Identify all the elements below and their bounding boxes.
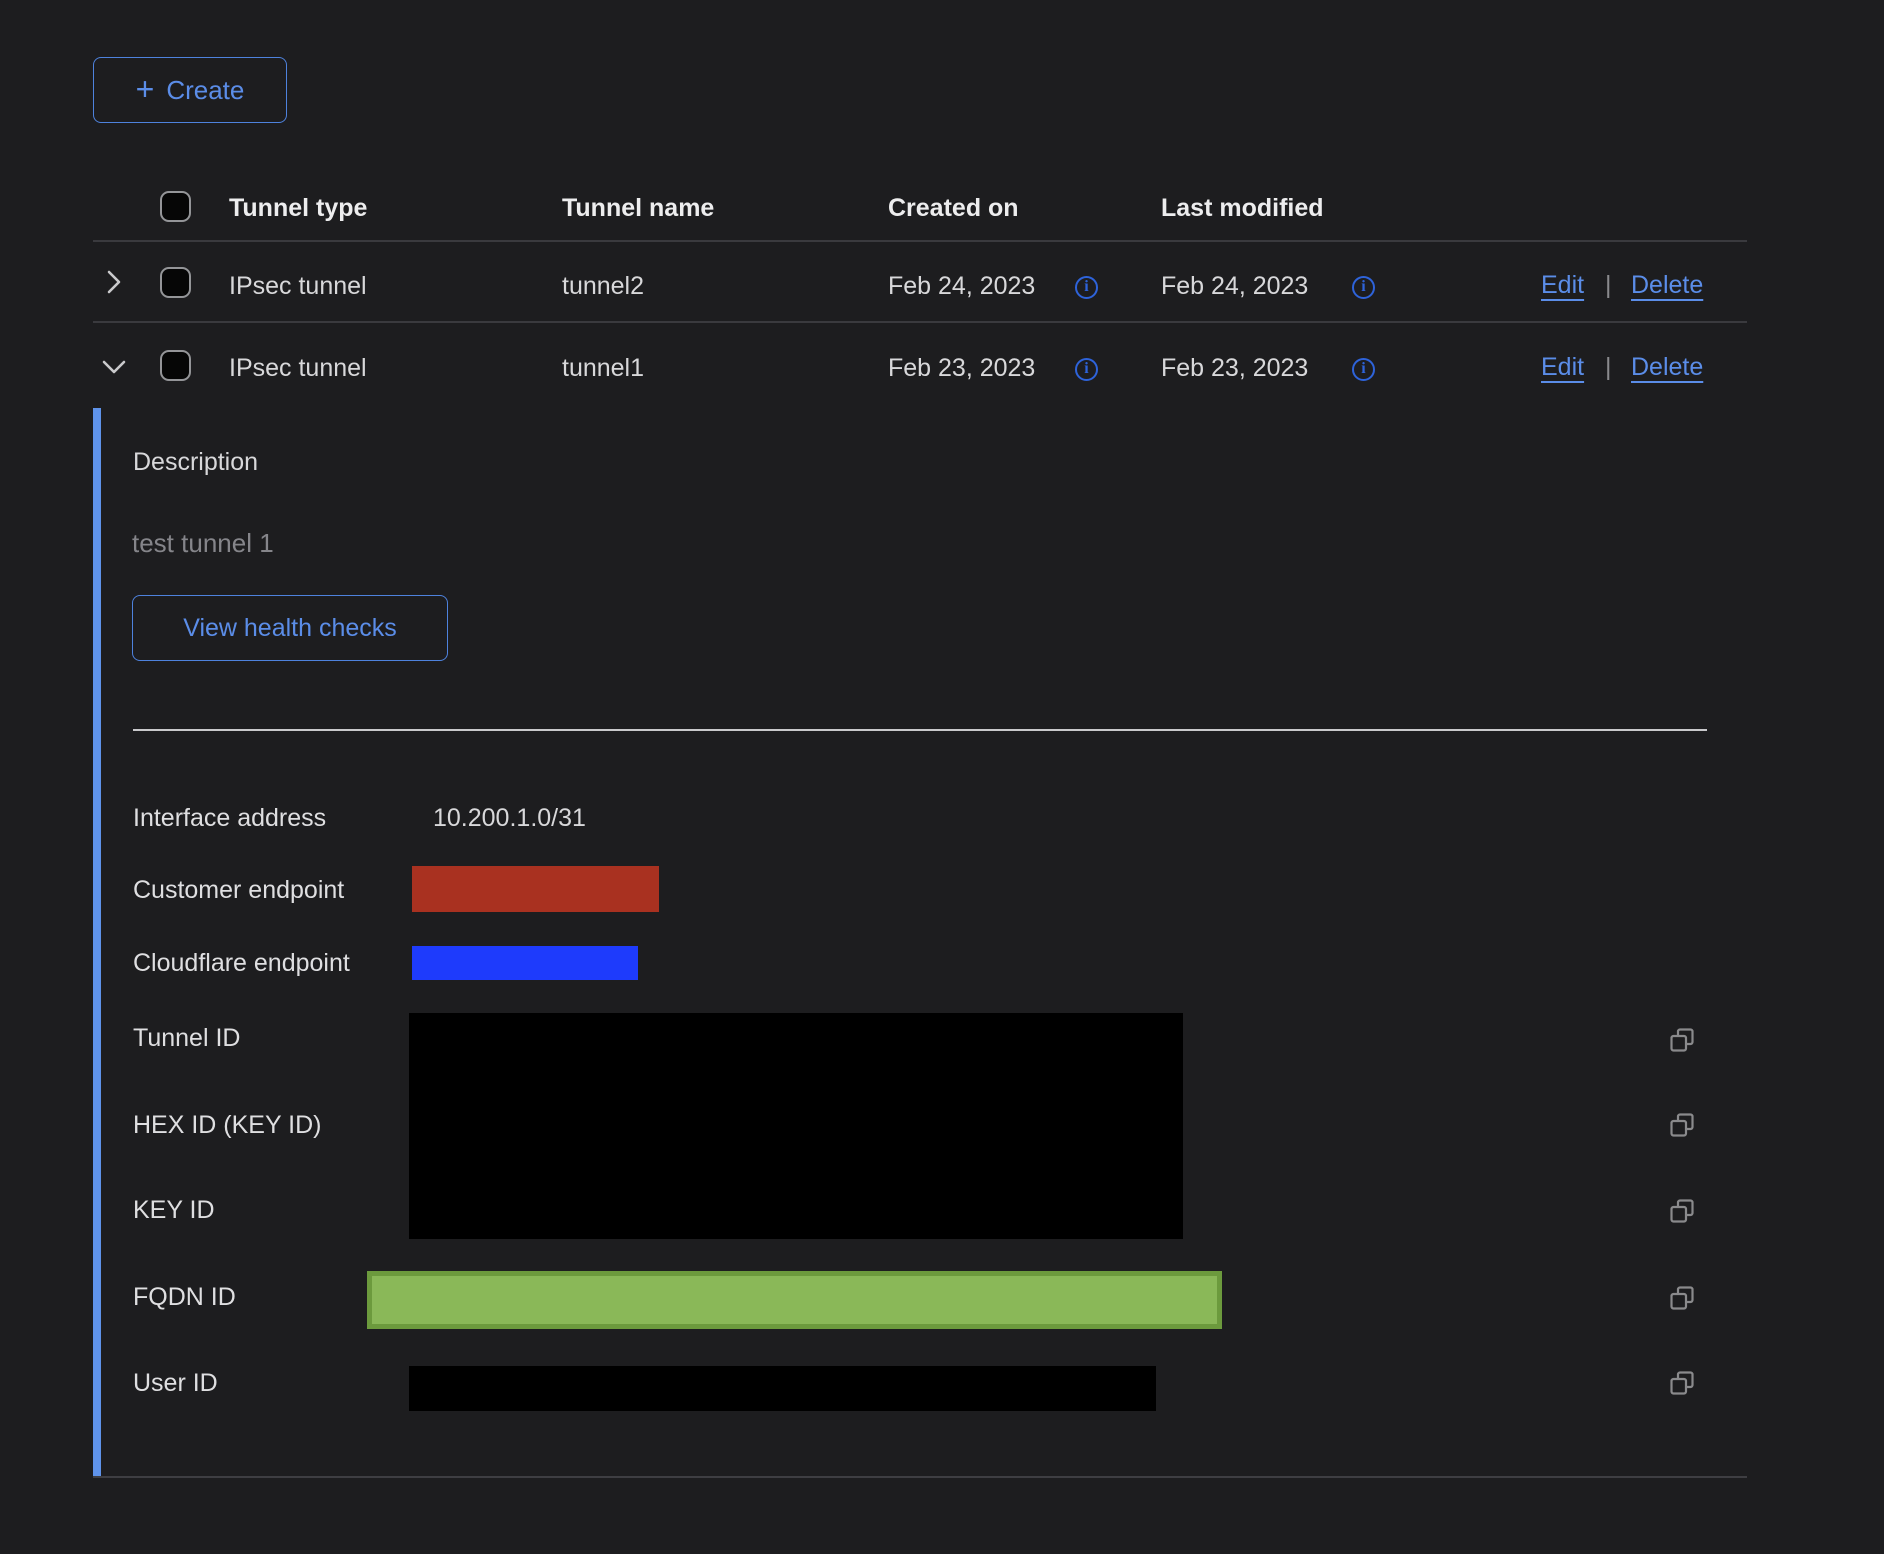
cell-last-modified: Feb 24, 2023 <box>1161 271 1308 302</box>
info-icon[interactable] <box>1075 276 1098 299</box>
row-checkbox[interactable] <box>160 267 191 298</box>
column-header-tunnel-type: Tunnel type <box>229 193 367 224</box>
cell-tunnel-name: tunnel1 <box>562 353 644 384</box>
info-icon[interactable] <box>1352 276 1375 299</box>
field-label-customer-endpoint: Customer endpoint <box>133 875 344 906</box>
info-icon[interactable] <box>1352 358 1375 381</box>
copy-icon[interactable] <box>1668 1285 1696 1312</box>
row-checkbox[interactable] <box>160 350 191 381</box>
redacted-ids-block <box>409 1013 1183 1239</box>
column-header-tunnel-name: Tunnel name <box>562 193 714 224</box>
redacted-fqdn-id-value <box>367 1271 1222 1329</box>
create-button-label: Create <box>166 75 244 106</box>
field-label-hex-id: HEX ID (KEY ID) <box>133 1110 321 1141</box>
edit-link[interactable]: Edit <box>1541 353 1584 382</box>
redacted-customer-endpoint-value <box>412 866 659 912</box>
cell-tunnel-type: IPsec tunnel <box>229 353 367 384</box>
copy-icon[interactable] <box>1668 1027 1696 1054</box>
view-health-checks-label: View health checks <box>183 614 397 643</box>
edit-link[interactable]: Edit <box>1541 271 1584 300</box>
field-label-fqdn-id: FQDN ID <box>133 1282 236 1313</box>
action-separator: | <box>1605 271 1612 300</box>
plus-icon: + <box>136 73 155 105</box>
redacted-user-id-value <box>409 1366 1156 1411</box>
section-divider <box>133 729 1707 731</box>
info-icon[interactable] <box>1075 358 1098 381</box>
field-label-interface-address: Interface address <box>133 803 326 834</box>
column-header-last-modified: Last modified <box>1161 193 1324 224</box>
field-label-tunnel-id: Tunnel ID <box>133 1023 240 1054</box>
cell-created-on: Feb 24, 2023 <box>888 271 1035 302</box>
panel-bottom-divider <box>93 1476 1747 1478</box>
cell-tunnel-name: tunnel2 <box>562 271 644 302</box>
cell-last-modified: Feb 23, 2023 <box>1161 353 1308 384</box>
copy-icon[interactable] <box>1668 1370 1696 1397</box>
action-separator: | <box>1605 353 1612 382</box>
copy-icon[interactable] <box>1668 1112 1696 1139</box>
cell-created-on: Feb 23, 2023 <box>888 353 1035 384</box>
field-label-cloudflare-endpoint: Cloudflare endpoint <box>133 948 350 979</box>
field-label-key-id: KEY ID <box>133 1195 215 1226</box>
redacted-cloudflare-endpoint-value <box>412 946 638 980</box>
ipsec-tunnels-page: + Create Tunnel type Tunnel name Created… <box>0 0 1884 1554</box>
field-label-user-id: User ID <box>133 1368 218 1399</box>
column-header-created-on: Created on <box>888 193 1019 224</box>
description-text: test tunnel 1 <box>132 528 274 559</box>
select-all-checkbox[interactable] <box>160 191 191 222</box>
delete-link[interactable]: Delete <box>1631 271 1703 300</box>
expanded-row-indicator-bar <box>93 408 101 1477</box>
description-heading: Description <box>133 447 258 478</box>
chevron-down-icon[interactable] <box>99 356 129 378</box>
create-button[interactable]: + Create <box>93 57 287 123</box>
row-divider <box>93 321 1747 323</box>
chevron-right-icon[interactable] <box>103 267 125 297</box>
cell-tunnel-type: IPsec tunnel <box>229 271 367 302</box>
copy-icon[interactable] <box>1668 1198 1696 1225</box>
field-value-interface-address: 10.200.1.0/31 <box>433 803 586 834</box>
view-health-checks-button[interactable]: View health checks <box>132 595 448 661</box>
delete-link[interactable]: Delete <box>1631 353 1703 382</box>
header-divider <box>93 240 1747 242</box>
